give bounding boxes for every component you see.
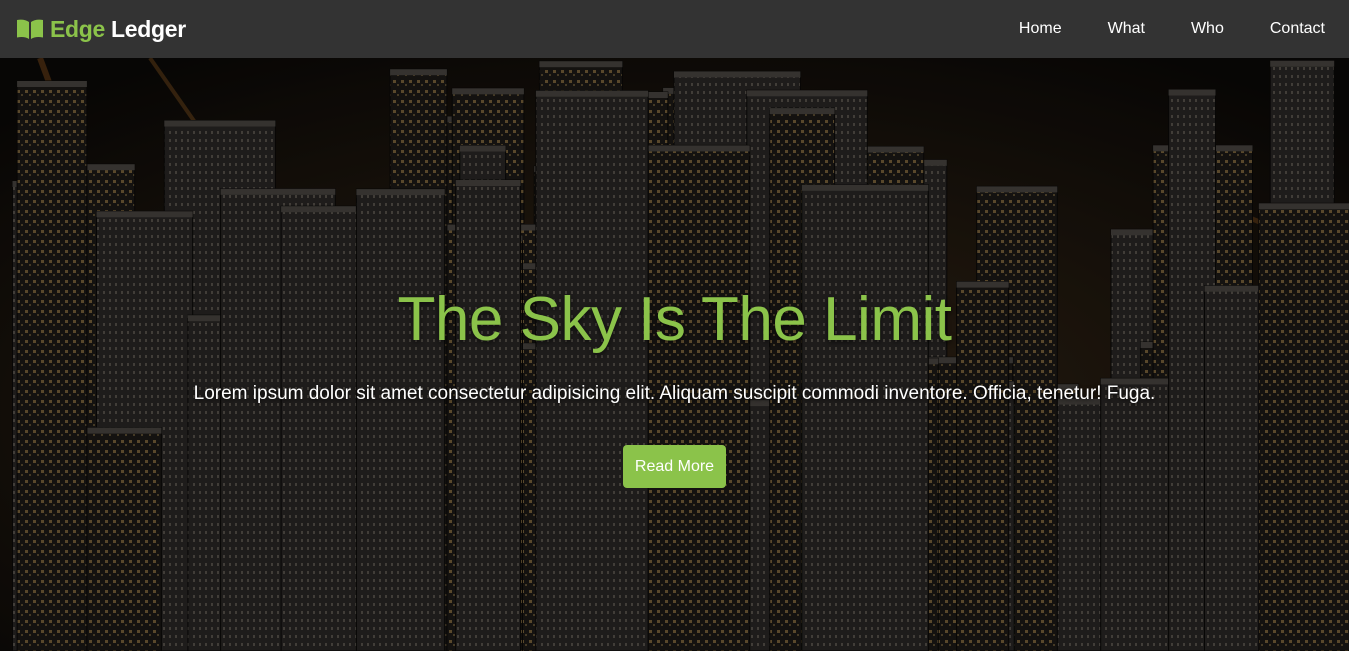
brand-name-part2: Ledger	[111, 15, 186, 42]
brand-name-part1: Edge	[50, 15, 106, 42]
nav-link-contact[interactable]: Contact	[1270, 20, 1325, 38]
nav-link-who[interactable]: Who	[1191, 20, 1224, 38]
hero-title: The Sky Is The Limit	[397, 285, 952, 354]
read-more-button[interactable]: Read More	[622, 445, 727, 488]
nav-link-what[interactable]: What	[1108, 20, 1145, 38]
brand-logo[interactable]: Edge Ledger	[16, 16, 186, 43]
hero-section: The Sky Is The Limit Lorem ipsum dolor s…	[0, 58, 1349, 651]
navbar: Edge Ledger Home What Who Contact	[0, 0, 1349, 58]
nav-link-home[interactable]: Home	[1019, 20, 1062, 38]
hero-description: Lorem ipsum dolor sit amet consectetur a…	[193, 383, 1156, 404]
main-nav: Home What Who Contact	[973, 20, 1325, 38]
hero-content: The Sky Is The Limit Lorem ipsum dolor s…	[0, 58, 1349, 651]
book-open-icon	[17, 19, 43, 39]
